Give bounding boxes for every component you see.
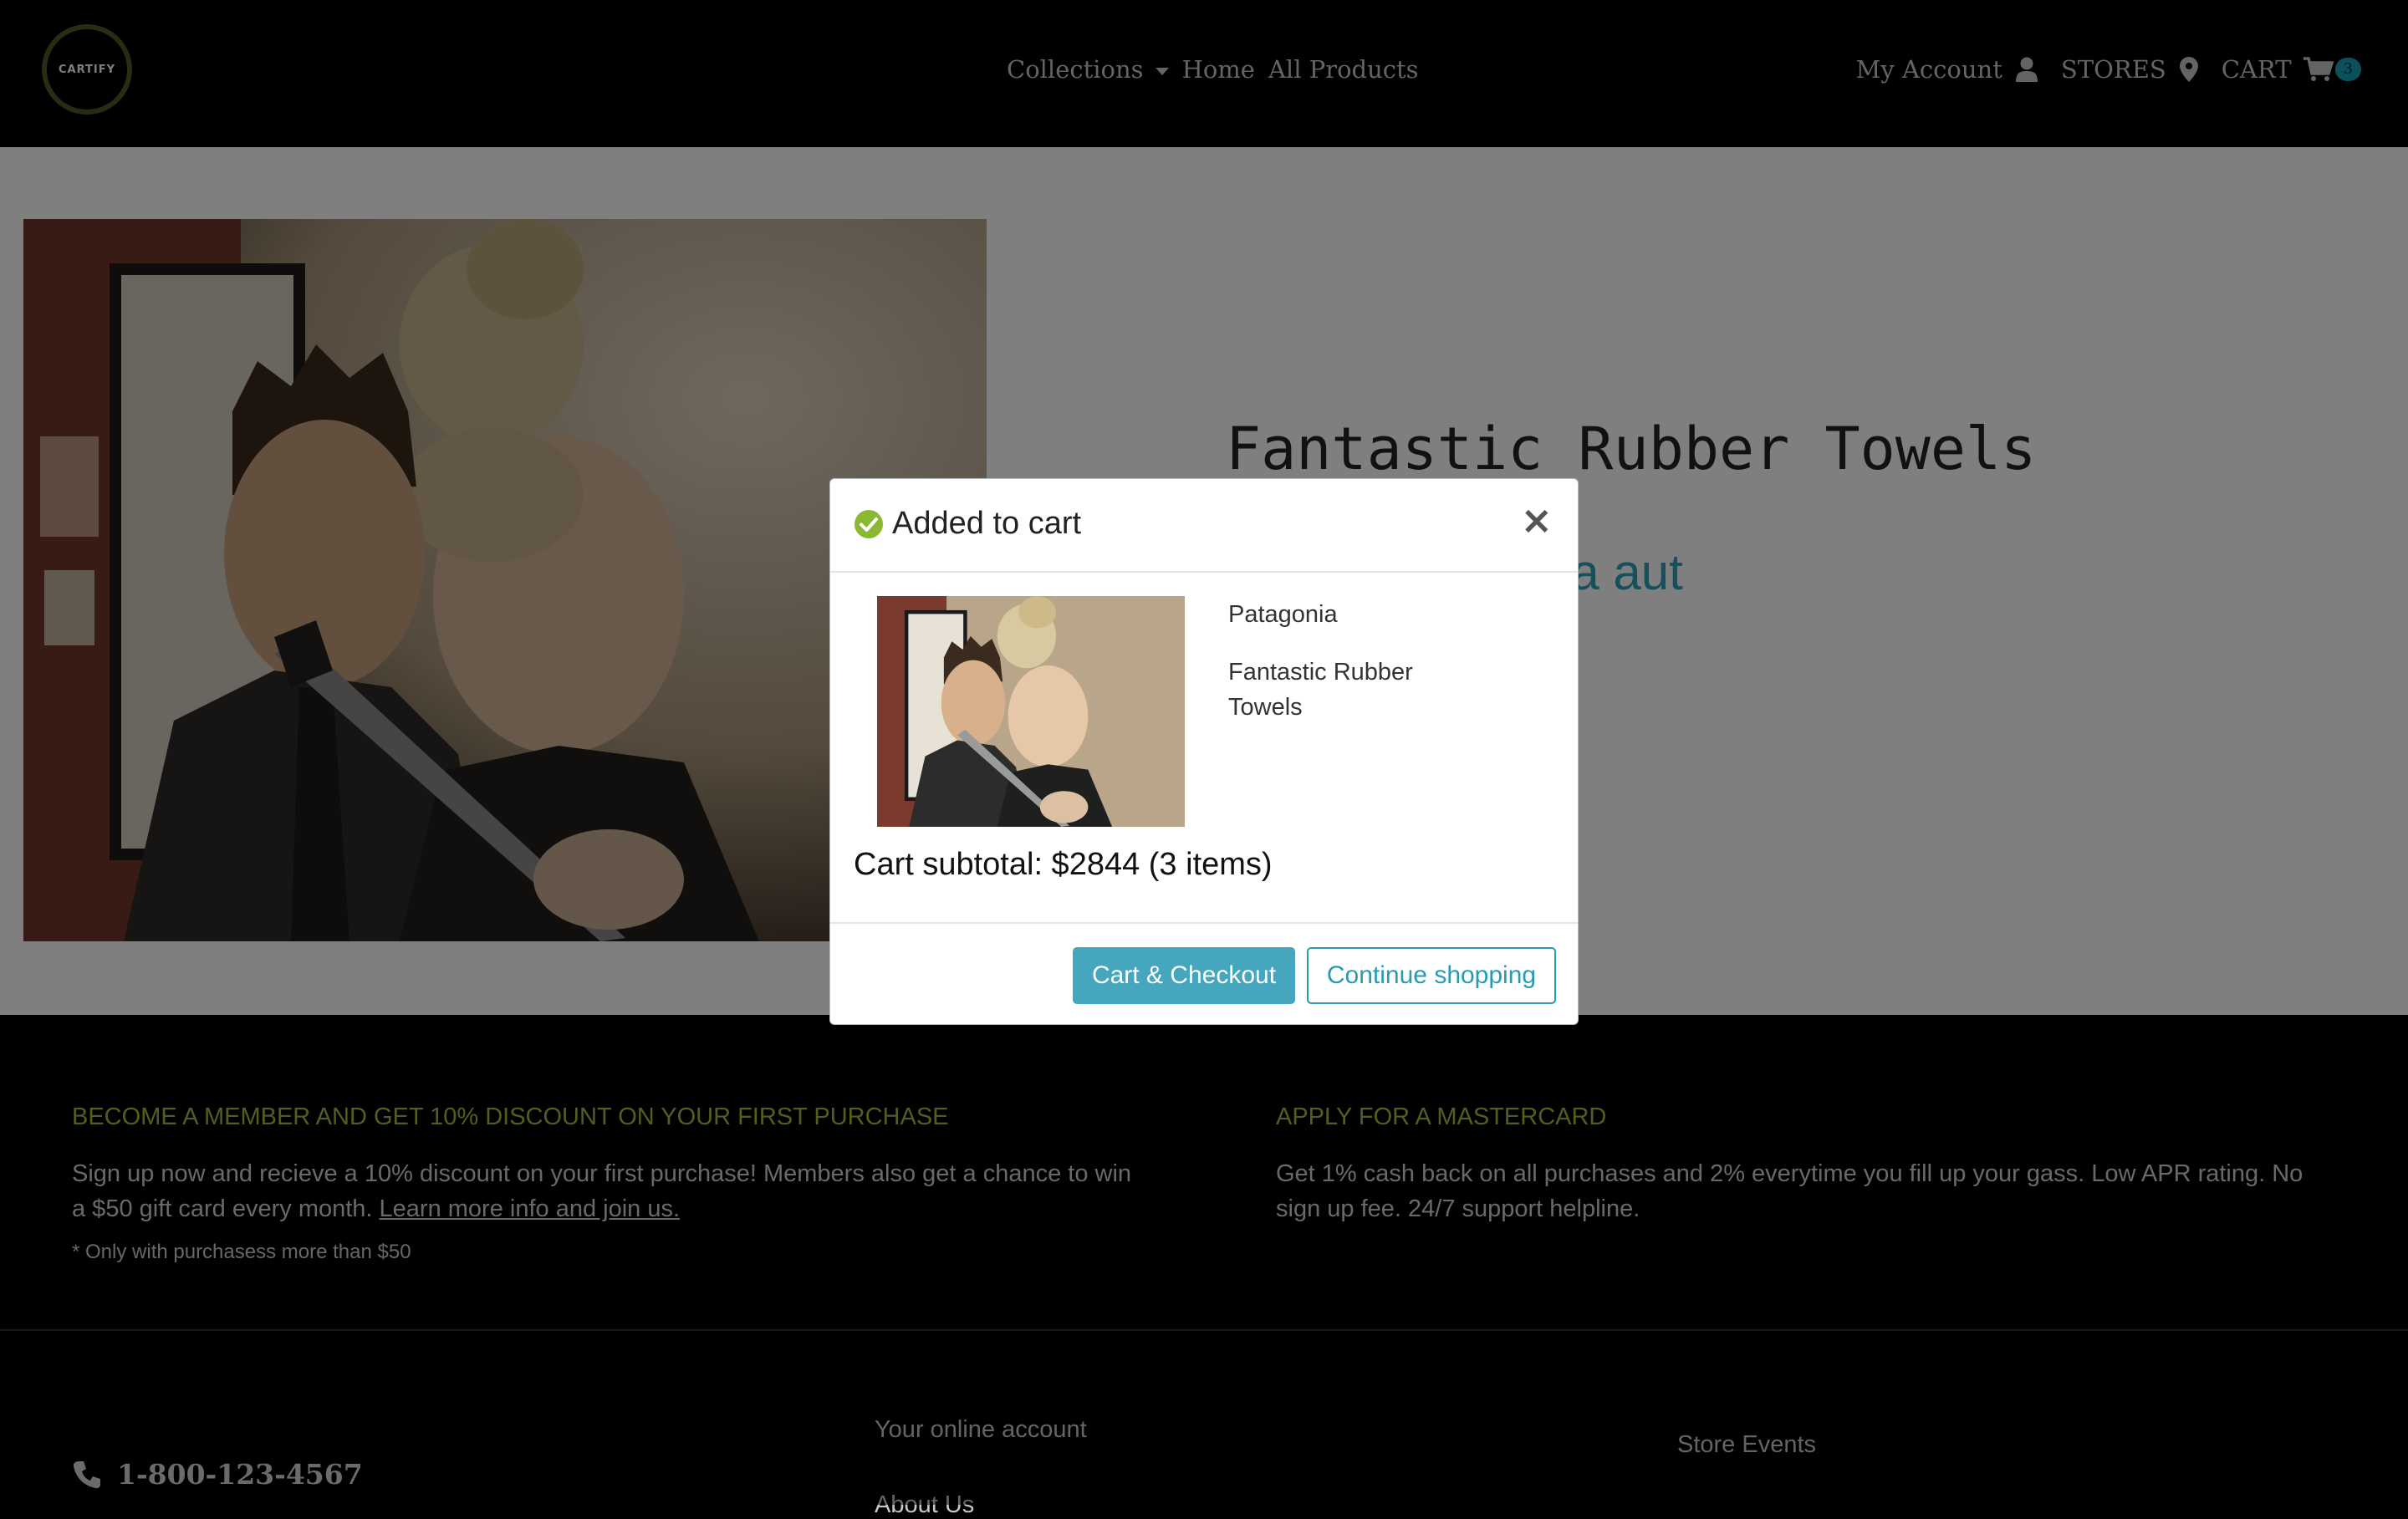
cart-subtotal: Cart subtotal: $2844 (3 items) bbox=[854, 847, 1273, 882]
added-to-cart-modal: Added to cart × Patagonia Fantastic Rubb… bbox=[829, 478, 1579, 1025]
modal-title: Added to cart bbox=[854, 506, 1081, 542]
cart-item-brand: Patagonia bbox=[1228, 601, 1338, 628]
cart-checkout-button[interactable]: Cart & Checkout bbox=[1073, 947, 1295, 1004]
cart-item-thumbnail bbox=[877, 596, 1185, 827]
modal-title-text: Added to cart bbox=[892, 506, 1082, 541]
close-icon[interactable]: × bbox=[1520, 501, 1553, 539]
cart-item-name: Fantastic Rubber Towels bbox=[1228, 659, 1413, 721]
modal-footer-divider bbox=[830, 922, 1578, 924]
modal-header: Added to cart × bbox=[830, 479, 1578, 573]
continue-shopping-button[interactable]: Continue shopping bbox=[1307, 947, 1556, 1004]
check-circle-icon bbox=[855, 509, 883, 538]
